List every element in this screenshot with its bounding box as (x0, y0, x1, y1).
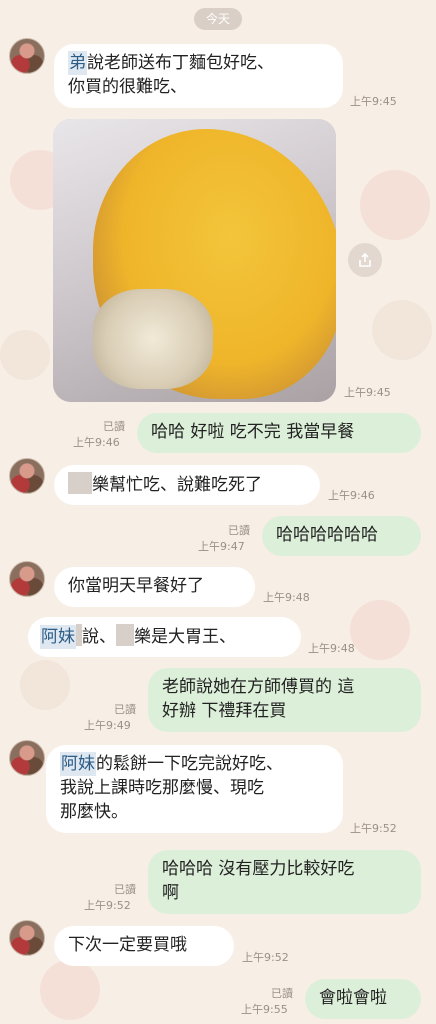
name-tag: 阿妹 (40, 625, 76, 649)
contact-avatar[interactable] (9, 561, 45, 597)
contact-avatar[interactable] (9, 38, 45, 74)
message-text: 樂是大胃王、 (134, 627, 236, 647)
date-divider: 今天 (194, 8, 242, 30)
message-time: 上午9:48 (308, 642, 355, 655)
incoming-message[interactable]: 阿妹 說、 樂是大胃王、 (28, 617, 301, 657)
message-time: 上午9:52 (242, 951, 289, 964)
read-receipt: 已讀 (271, 987, 293, 1000)
read-receipt: 已讀 (114, 883, 136, 896)
outgoing-message[interactable]: 哈哈 好啦 吃不完 我當早餐 (137, 413, 421, 453)
contact-avatar[interactable] (9, 740, 45, 776)
message-time: 上午9:47 (198, 540, 245, 553)
message-time: 上午9:46 (328, 489, 375, 502)
outgoing-message[interactable]: 哈哈哈 沒有壓力比較好吃 啊 (148, 850, 421, 914)
message-time: 上午9:52 (84, 899, 131, 912)
name-tag: 阿妹 (60, 752, 96, 776)
read-receipt: 已讀 (114, 703, 136, 716)
redacted-name (68, 472, 92, 494)
incoming-message[interactable]: 阿妹的鬆餅一下吃完說好吃、 我說上課時吃那麼慢、現吃 那麼快。 (46, 745, 343, 833)
message-time: 上午9:49 (84, 719, 131, 732)
incoming-message[interactable]: 下次一定要買哦 (54, 926, 234, 966)
message-time: 上午9:45 (350, 95, 397, 108)
photo-bread-crumb (93, 289, 213, 389)
outgoing-message[interactable]: 老師說她在方師傅買的 這 好辦 下禮拜在買 (148, 668, 421, 732)
message-time: 上午9:55 (241, 1003, 288, 1016)
message-time: 上午9:46 (73, 436, 120, 449)
message-time: 上午9:45 (344, 386, 391, 399)
outgoing-message[interactable]: 會啦會啦 (305, 979, 421, 1019)
read-receipt: 已讀 (228, 524, 250, 537)
food-photo[interactable] (53, 119, 336, 402)
message-text: 說老師送布丁麵包好吃、 你買的很難吃、 (68, 53, 274, 97)
contact-avatar[interactable] (9, 920, 45, 956)
read-receipt: 已讀 (103, 420, 125, 433)
incoming-message[interactable]: 弟說老師送布丁麵包好吃、 你買的很難吃、 (54, 44, 343, 108)
message-time: 上午9:52 (350, 822, 397, 835)
share-button[interactable] (348, 243, 382, 277)
share-icon (359, 252, 371, 267)
outgoing-message[interactable]: 哈哈哈哈哈哈 (262, 516, 421, 556)
message-time: 上午9:48 (263, 591, 310, 604)
message-text: 樂幫忙吃、說難吃死了 (92, 475, 262, 495)
incoming-message[interactable]: 樂幫忙吃、說難吃死了 (54, 465, 320, 505)
incoming-message[interactable]: 你當明天早餐好了 (54, 567, 255, 607)
name-tag: 弟 (68, 51, 87, 75)
message-text: 說、 (82, 627, 116, 647)
redacted-name (116, 624, 134, 646)
contact-avatar[interactable] (9, 458, 45, 494)
